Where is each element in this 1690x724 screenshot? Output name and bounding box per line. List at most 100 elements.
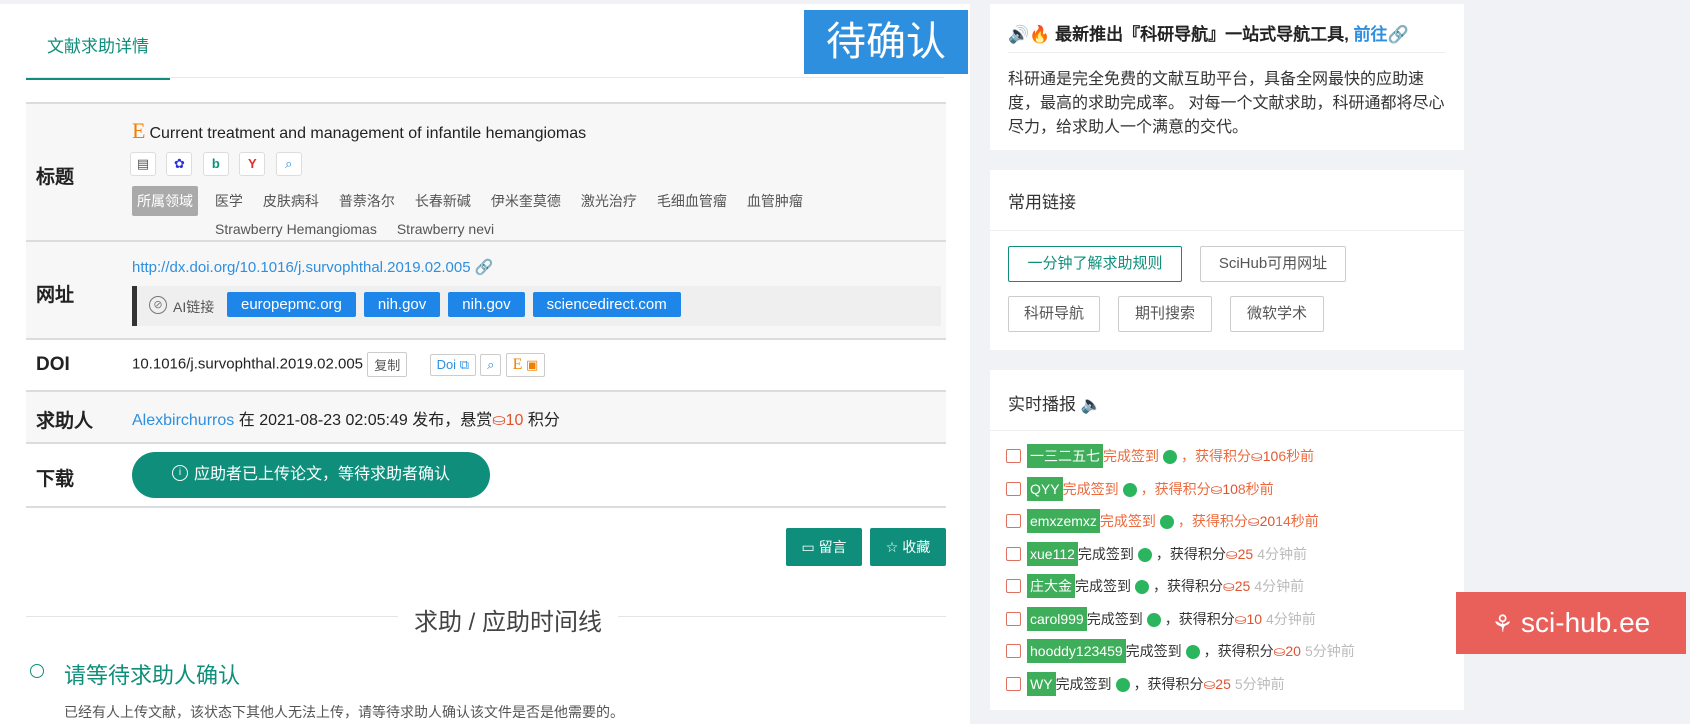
checkin-icon — [1006, 579, 1021, 594]
broadcast-points: 10 — [1246, 610, 1263, 627]
checkin-text: 完成签到 — [1086, 610, 1143, 627]
doi-label: DOI — [36, 354, 70, 375]
broadcast-points: 25 — [1234, 578, 1251, 594]
bing-icon[interactable]: b — [202, 152, 229, 176]
broadcast-title: 实时播报 — [1008, 395, 1076, 414]
broadcast-user[interactable]: emxzemxz — [1027, 509, 1100, 533]
coin-icon: ⛀ — [1210, 480, 1223, 497]
gain-text: ，获得积分 — [1177, 513, 1248, 529]
baidu-icon[interactable]: ✿ — [166, 152, 193, 176]
wechat-icon — [1122, 482, 1137, 497]
comment-icon: ▭ — [801, 539, 815, 555]
speaker-mute-icon: 🔈 — [1080, 395, 1102, 414]
checkin-icon — [1006, 644, 1021, 659]
keyword[interactable]: 激光治疗 — [581, 188, 637, 214]
broadcast-time: 8秒前 — [1237, 480, 1274, 497]
keyword[interactable]: 皮肤病科 — [263, 188, 319, 214]
doi-search-icon[interactable]: ⌕ — [480, 353, 502, 376]
coin-icon: ⛀ — [1251, 448, 1263, 464]
common-links-divider — [990, 230, 1464, 231]
notice-divider — [1008, 52, 1446, 53]
speaker-icon: 🔊 — [1008, 25, 1030, 44]
checkin-text: 完成签到 — [1099, 513, 1156, 529]
ai-link-nih[interactable]: nih.gov — [363, 292, 441, 317]
doi-url-link[interactable]: http://dx.doi.org/10.1016/j.survophthal.… — [132, 259, 471, 276]
download-label: 下载 — [36, 469, 75, 490]
link-icon: 🔗 — [1387, 25, 1409, 44]
link-journal-search[interactable]: 期刊搜索 — [1118, 296, 1212, 332]
broadcast-item: 庄大金 完成签到 ，获得积分⛀25 4分钟前 — [1006, 574, 1304, 598]
clock-icon — [30, 664, 44, 678]
coin-icon: ⛀ — [1234, 610, 1247, 627]
copy-button[interactable]: 复制 — [367, 352, 408, 377]
ai-link-sciencedirect[interactable]: sciencedirect.com — [532, 292, 681, 317]
broadcast-user[interactable]: 一三二五七 — [1027, 444, 1103, 468]
keyword[interactable]: 毛细血管瘤 — [657, 188, 727, 214]
broadcast-user[interactable]: carol999 — [1027, 606, 1087, 631]
ai-link-europepmc[interactable]: europepmc.org — [227, 292, 356, 317]
requester-user-link[interactable]: Alexbirchurros — [132, 412, 234, 429]
keyword[interactable]: Strawberry Hemangiomas — [215, 216, 377, 242]
download-status-button[interactable]: i 应助者已上传论文，等待求助者确认 — [132, 452, 490, 498]
keyword[interactable]: 医学 — [215, 188, 243, 214]
keyword[interactable]: 长春新碱 — [415, 188, 471, 214]
gain-text: ，获得积分 — [1203, 643, 1274, 659]
broadcast-user[interactable]: hooddy123459 — [1027, 639, 1126, 663]
keyword[interactable]: 血管肿瘤 — [747, 188, 803, 214]
note-icon[interactable]: ▤ — [130, 152, 156, 176]
broadcast-time: 5分钟前 — [1304, 643, 1355, 659]
link-ms-academic[interactable]: 微软学术 — [1230, 296, 1324, 332]
search-icon[interactable]: ⌕ — [275, 152, 302, 176]
ai-link-nih[interactable]: nih.gov — [448, 292, 525, 317]
link-research-nav[interactable]: 科研导航 — [1008, 296, 1100, 332]
broadcast-time: 4分钟前 — [1266, 610, 1316, 627]
checkin-text: 完成签到 — [1125, 643, 1182, 659]
keyword[interactable]: 普萘洛尔 — [339, 188, 395, 214]
keyword[interactable]: 伊米奎莫德 — [491, 188, 561, 214]
broadcast-points: 25 — [1215, 675, 1231, 692]
broadcast-item: 一三二五七 完成签到 ，获得积分⛀106秒前 — [1006, 444, 1314, 468]
yandex-icon[interactable]: Y — [239, 152, 266, 176]
broadcast-divider — [990, 430, 1464, 431]
go-link[interactable]: 前往 — [1354, 25, 1388, 44]
wechat-icon — [1115, 677, 1130, 692]
broadcast-time: 4分钟前 — [1254, 578, 1305, 594]
ai-link-label: AI链接 — [173, 299, 215, 315]
elsevier-icon: E — [132, 118, 146, 143]
main-panel: 文献求助详情 待确认 标题 E Current treatment and man… — [0, 4, 970, 724]
checkin-icon — [1006, 546, 1021, 561]
checkin-text: 完成签到 — [1062, 480, 1119, 497]
favorite-button[interactable]: ☆ 收藏 — [870, 528, 946, 566]
comment-button[interactable]: ▭ 留言 — [786, 528, 862, 566]
keyword[interactable]: Strawberry nevi — [397, 216, 494, 242]
broadcast-user[interactable]: xue112 — [1027, 541, 1078, 566]
wechat-icon — [1159, 515, 1174, 530]
url-label: 网址 — [36, 285, 75, 306]
download-row: 下载 i 应助者已上传论文，等待求助者确认 — [26, 442, 946, 508]
broadcast-item: QYY 完成签到 ，获得积分⛀108秒前 — [1006, 476, 1274, 501]
coin-icon: ⛀ — [1225, 545, 1238, 562]
checkin-text: 完成签到 — [1075, 578, 1131, 594]
title-label: 标题 — [36, 167, 75, 188]
broadcast-item: xue112 完成签到 ，获得积分⛀25 4分钟前 — [1006, 541, 1307, 566]
broadcast-user[interactable]: QYY — [1027, 476, 1063, 501]
doi-button[interactable]: Doi ⧉ — [429, 353, 476, 376]
checkin-text: 完成签到 — [1055, 675, 1112, 692]
pdf-icon: ⚘ — [1491, 611, 1514, 638]
elsevier-pdf-icon[interactable]: E ▣ — [505, 352, 546, 377]
broadcast-user[interactable]: 庄大金 — [1027, 574, 1075, 598]
link-rules[interactable]: 一分钟了解求助规则 — [1008, 246, 1182, 282]
scihub-button[interactable]: ⚘ sci-hub.ee — [1456, 592, 1686, 654]
tab-detail[interactable]: 文献求助详情 — [26, 36, 170, 80]
wechat-icon — [1163, 450, 1177, 465]
title-row: 标题 E Current treatment and management of … — [26, 102, 946, 242]
broadcast-user[interactable]: WY — [1027, 671, 1056, 696]
comment-label: 留言 — [818, 539, 847, 555]
ai-link-bar: ⊘ AI链接 europepmc.org nih.gov nih.gov scienc… — [132, 286, 941, 326]
timeline-step-title: 请等待求助人确认 — [64, 663, 241, 688]
fire-icon: 🔥 — [1029, 25, 1051, 44]
keyword-list: 所属领域 医学 皮肤病科 普萘洛尔 长春新碱 伊米奎莫德 激光治疗 毛细血管瘤 血管肿瘤 St… — [132, 186, 932, 243]
link-scihub[interactable]: SciHub可用网址 — [1200, 246, 1346, 282]
wechat-icon — [1146, 612, 1161, 627]
wechat-icon — [1135, 580, 1149, 595]
